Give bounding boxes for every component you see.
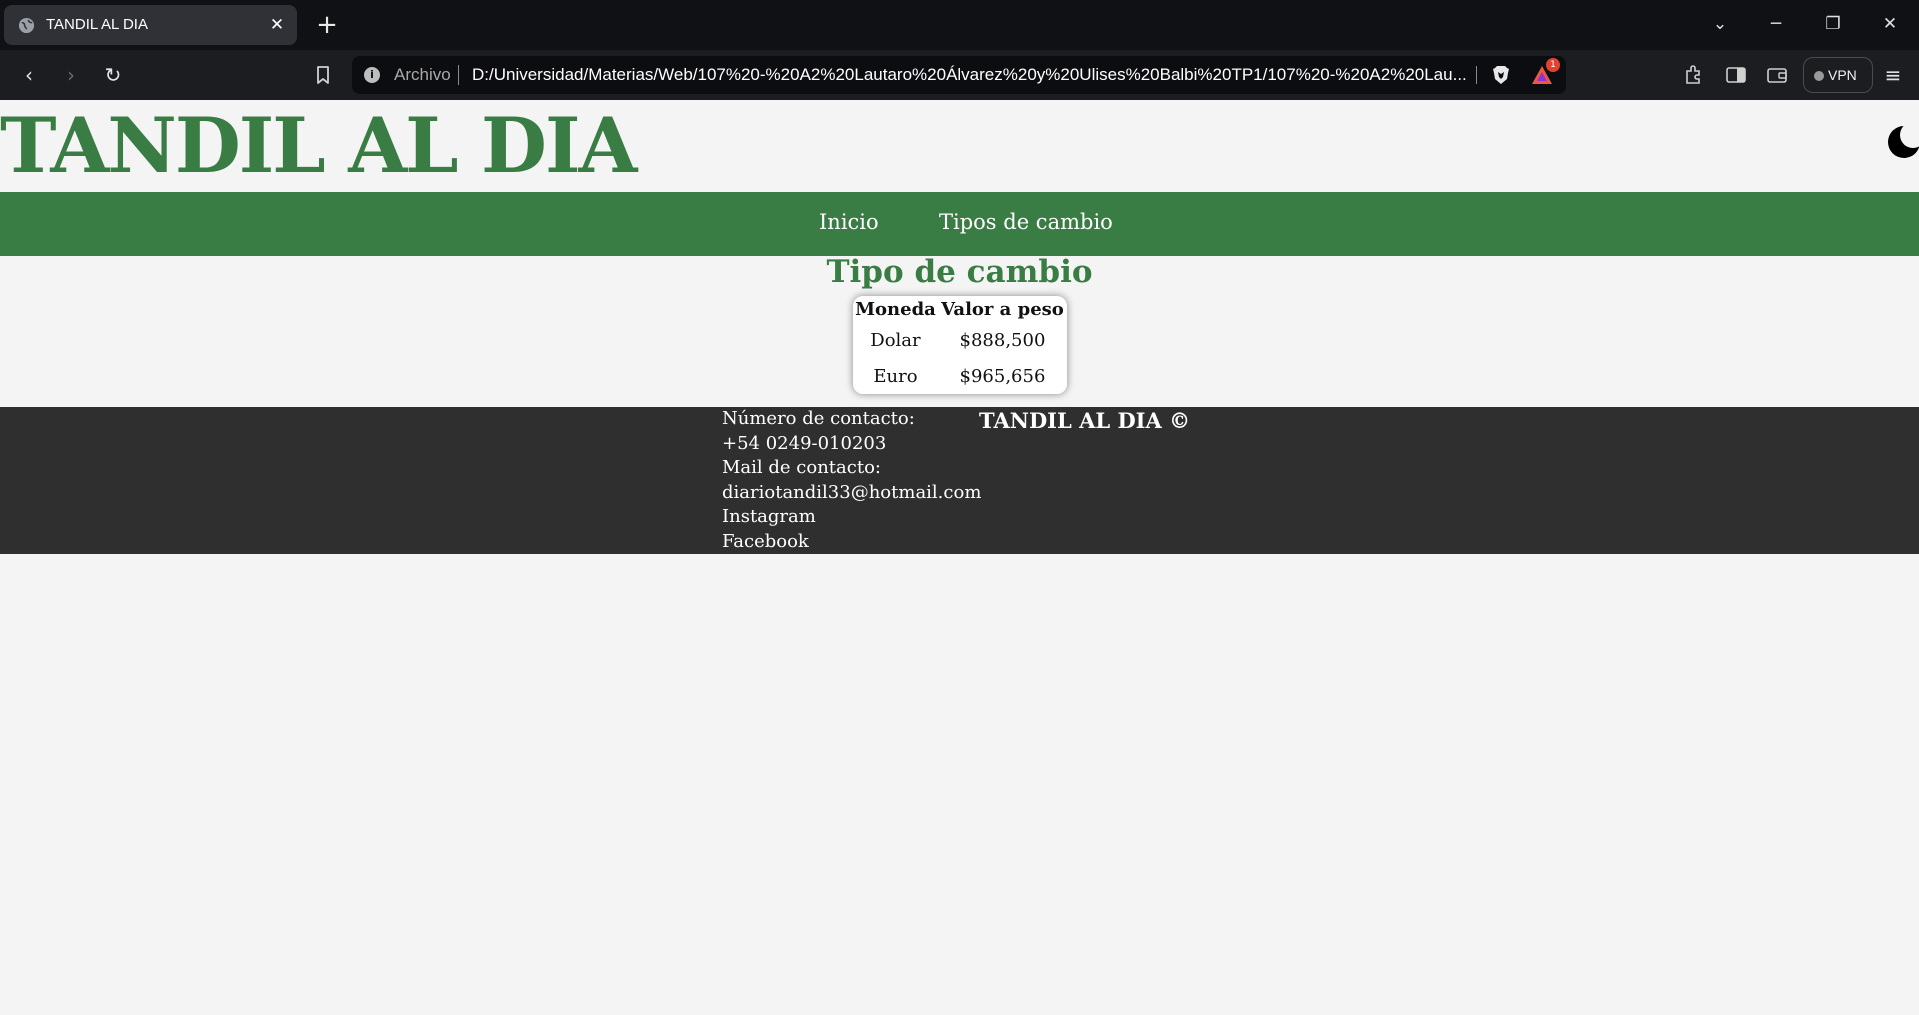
wallet-icon[interactable] [1764, 62, 1790, 88]
column-header-valor: Valor a peso [941, 298, 1064, 320]
tab-title: TANDIL AL DIA [46, 16, 148, 33]
page-viewport: TANDIL AL DIA Inicio Tipos de cambio Tip… [0, 100, 1919, 1015]
browser-tab-active[interactable]: TANDIL AL DIA ✕ [4, 5, 297, 45]
section-title: Tipo de cambio [826, 254, 1093, 290]
column-header-moneda: Moneda [855, 298, 936, 320]
back-button[interactable]: ‹ [14, 60, 44, 90]
contact-number: +54 0249-010203 [722, 432, 887, 454]
table-row: Dolar $888,500 [853, 322, 1067, 358]
url-text[interactable]: D:/Universidad/Materias/Web/107%20-%20A2… [472, 65, 1472, 85]
vpn-button[interactable]: VPN [1803, 57, 1873, 93]
moon-icon[interactable] [1886, 124, 1919, 160]
table-row: Euro $965,656 [853, 358, 1067, 394]
nav-link-inicio[interactable]: Inicio [819, 210, 879, 234]
url-separator-2 [1476, 66, 1477, 84]
tab-search-dropdown-icon[interactable]: ⌄ [1700, 8, 1740, 40]
contact-mail-label: Mail de contacto: [722, 457, 881, 478]
nav-link-tipos-de-cambio[interactable]: Tipos de cambio [939, 210, 1113, 234]
site-title: TANDIL AL DIA [0, 101, 637, 190]
browser-tab-strip: TANDIL AL DIA ✕ + ⌄ ─ ❐ ✕ [0, 0, 1919, 50]
currency-name: Euro [873, 365, 918, 387]
address-bar[interactable]: i Archivo D:/Universidad/Materias/Web/10… [352, 56, 1566, 94]
contact-number-label: Número de contacto: [722, 408, 915, 429]
new-tab-button[interactable]: + [312, 10, 342, 40]
site-info-icon[interactable]: i [364, 67, 380, 83]
currency-name: Dolar [870, 329, 921, 351]
contact-mail: diariotandil33@hotmail.com [722, 481, 982, 503]
reload-button[interactable]: ↻ [98, 60, 128, 90]
footer-brand: TANDIL AL DIA © [979, 408, 1191, 433]
site-footer: Número de contacto: +54 0249-010203 Mail… [0, 407, 1919, 554]
footer-contact: Número de contacto: +54 0249-010203 Mail… [722, 407, 981, 554]
url-scheme-label: Archivo [394, 65, 451, 84]
url-separator [458, 65, 459, 85]
extensions-icon[interactable] [1682, 62, 1708, 88]
table-header-row: Moneda Valor a peso [853, 296, 1067, 322]
brave-shields-icon[interactable] [1490, 64, 1512, 86]
forward-button[interactable]: › [56, 60, 86, 90]
bookmark-icon[interactable] [310, 62, 336, 88]
restore-window-icon[interactable]: ❐ [1813, 8, 1853, 40]
vpn-label: VPN [1828, 67, 1857, 83]
currency-value: $888,500 [959, 329, 1046, 351]
close-tab-icon[interactable]: ✕ [265, 13, 289, 37]
close-window-icon[interactable]: ✕ [1870, 8, 1910, 40]
facebook-link[interactable]: Facebook [722, 530, 981, 555]
exchange-rate-table: Moneda Valor a peso Dolar $888,500 Euro … [853, 296, 1067, 394]
vpn-status-icon [1814, 71, 1824, 81]
minimize-window-icon[interactable]: ─ [1756, 8, 1796, 40]
main-navigation: Inicio Tipos de cambio [0, 192, 1919, 256]
instagram-link[interactable]: Instagram [722, 505, 981, 530]
browser-menu-button[interactable]: ≡ [1878, 60, 1908, 90]
sidebar-toggle-icon[interactable] [1723, 62, 1749, 88]
globe-icon [18, 17, 35, 34]
rewards-badge: 1 [1546, 58, 1560, 72]
browser-toolbar: ‹ › ↻ i Archivo D:/Universidad/Materias/… [0, 50, 1919, 100]
currency-value: $965,656 [959, 365, 1046, 387]
